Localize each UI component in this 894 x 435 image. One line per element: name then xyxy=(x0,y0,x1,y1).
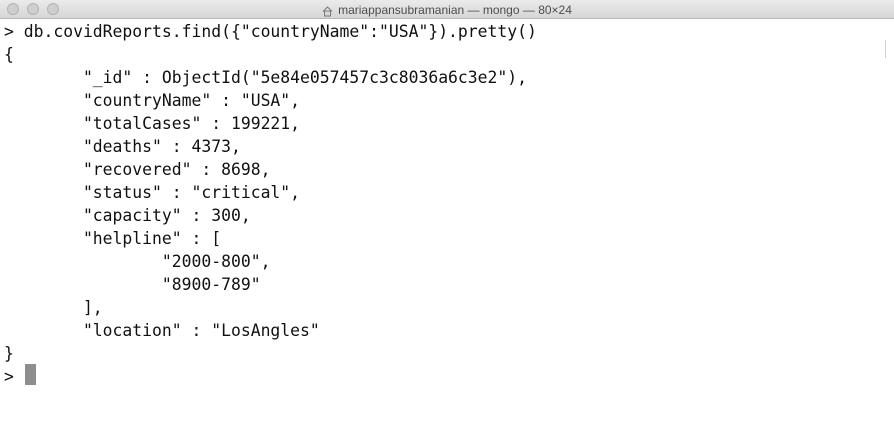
output-line: "recovered" : 8698, xyxy=(4,160,271,179)
output-line: "capacity" : 300, xyxy=(4,206,251,225)
title-bar[interactable]: mariappansubramanian — mongo — 80×24 xyxy=(0,0,894,19)
scroll-indicator[interactable] xyxy=(885,40,892,58)
text-cursor xyxy=(25,364,36,385)
output-line: "deaths" : 4373, xyxy=(4,137,241,156)
window-title: mariappansubramanian — mongo — 80×24 xyxy=(338,2,572,17)
output-line: "8900-789" xyxy=(4,275,261,294)
output-line: "location" : "LosAngles" xyxy=(4,321,320,340)
output-line: "_id" : ObjectId("5e84e057457c3c8036a6c3… xyxy=(4,68,528,87)
command-line: > db.covidReports.find({"countryName":"U… xyxy=(4,22,537,41)
prompt-line: > xyxy=(4,367,24,386)
terminal-window: mariappansubramanian — mongo — 80×24 > d… xyxy=(0,0,894,435)
output-line: "totalCases" : 199221, xyxy=(4,114,301,133)
output-line: "countryName" : "USA", xyxy=(4,91,301,110)
output-line: ], xyxy=(4,298,103,317)
output-line: { xyxy=(4,45,14,64)
terminal-content[interactable]: > db.covidReports.find({"countryName":"U… xyxy=(0,19,894,435)
output-line: "helpline" : [ xyxy=(4,229,222,248)
output-line: "status" : "critical", xyxy=(4,183,301,202)
output-line: "2000-800", xyxy=(4,252,271,271)
output-line: } xyxy=(4,344,14,363)
house-icon xyxy=(322,4,333,17)
window-title-group: mariappansubramanian — mongo — 80×24 xyxy=(0,0,894,19)
